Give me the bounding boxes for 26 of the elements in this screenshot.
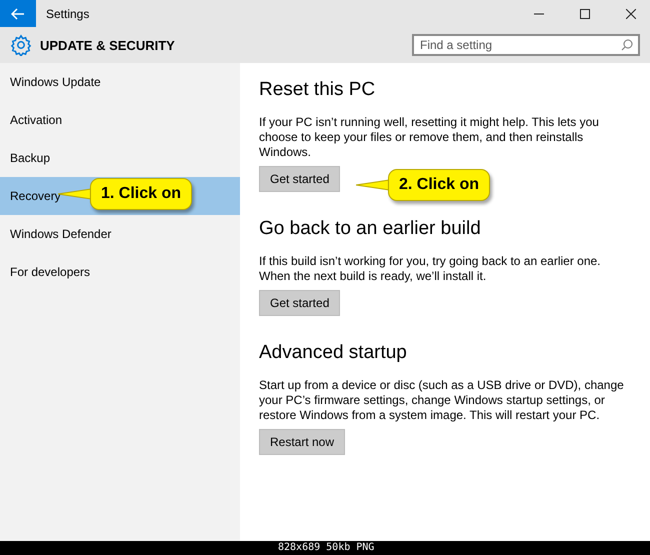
action-button[interactable]: Get started (259, 166, 340, 192)
section-title: Go back to an earlier build (259, 218, 482, 240)
back-arrow-icon (11, 8, 25, 20)
section-description: If this build isn’t working for you, try going back to an earlier one. When the next build is ready, we’ll install it. (259, 254, 602, 284)
action-button[interactable]: Get started (259, 290, 340, 316)
section-title: Advanced startup (259, 342, 408, 364)
settings-icon (10, 34, 32, 56)
sidebar-item[interactable]: Backup (0, 139, 240, 177)
callout: 2. Click on (388, 169, 490, 201)
section-description: If your PC isn’t running well, resetting it might help. This lets you choose to keep your files or remove them, and then reinstalls Windows. (259, 115, 600, 160)
window-title: Settings (46, 6, 90, 20)
close-icon[interactable] (626, 8, 636, 18)
back-button[interactable] (0, 0, 36, 27)
sidebar-item[interactable]: Windows Defender (0, 215, 240, 253)
sidebar-item[interactable]: Windows Update (0, 63, 240, 101)
page-title: UPDATE & SECURITY (40, 38, 175, 52)
search-icon (621, 39, 633, 51)
sidebar-item[interactable]: For developers (0, 253, 240, 291)
section-title: Reset this PC (259, 79, 376, 101)
image-info-bar: 828x689 50kb PNG (0, 541, 650, 555)
action-button[interactable]: Restart now (259, 429, 346, 455)
search-field[interactable]: Find a setting (412, 34, 640, 56)
section-description: Start up from a device or disc (such as a USB drive or DVD), change your PC’s firmware settings, change Windows startup settings, or restore Windows from a system image. This will restart your PC. (259, 378, 625, 423)
sidebar-item[interactable]: Activation (0, 101, 240, 139)
callout: 1. Click on (90, 178, 192, 210)
maximize-icon[interactable] (580, 8, 590, 18)
